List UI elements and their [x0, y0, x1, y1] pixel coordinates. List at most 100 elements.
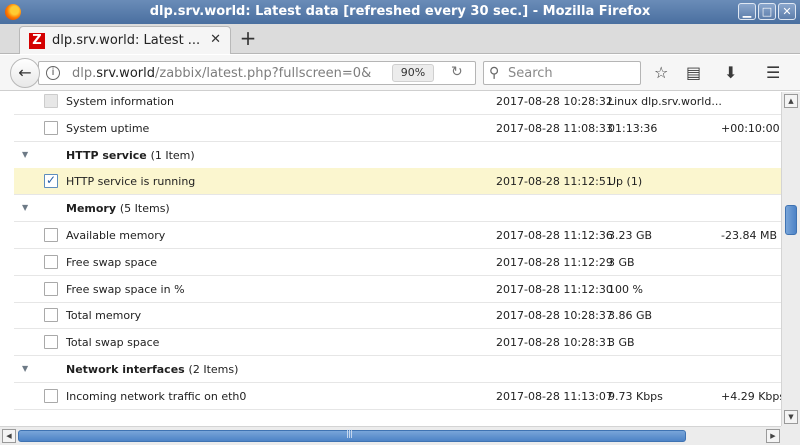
group-name: Memory (5 Items) — [66, 202, 170, 215]
row-checkbox[interactable] — [44, 173, 58, 188]
last-value: 3.23 GB — [608, 229, 653, 242]
new-tab-button[interactable]: + — [237, 27, 259, 49]
bookmark-star-icon[interactable]: ☆ — [654, 64, 668, 82]
close-window-button[interactable]: ✕ — [778, 3, 796, 20]
last-check-time: 2017-08-28 11:08:33 — [496, 122, 613, 135]
last-check-time: 2017-08-28 10:28:31 — [496, 336, 613, 349]
zabbix-favicon-icon: Z — [29, 33, 45, 49]
horizontal-scrollbar[interactable]: ◀ ||| ▶ — [0, 426, 800, 445]
reading-list-icon[interactable]: ▤ — [686, 64, 701, 82]
vertical-scroll-thumb[interactable] — [785, 205, 797, 235]
table-row: HTTP service is running 2017-08-28 11:12:… — [14, 168, 781, 195]
url-bar[interactable]: i dlp.srv.world/zabbix/latest.php?fullsc… — [38, 61, 476, 85]
group-title: Memory — [66, 202, 117, 215]
row-checkbox[interactable] — [44, 121, 58, 135]
last-check-time: 2017-08-28 11:12:51 — [496, 175, 613, 188]
item-name: Free swap space — [66, 256, 158, 269]
group-name: HTTP service (1 Item) — [66, 149, 195, 162]
last-check-time: 2017-08-28 11:12:36 — [496, 229, 613, 242]
url-prefix: dlp. — [72, 66, 97, 81]
maximize-button[interactable]: □ — [758, 3, 776, 20]
table-row: Available memory 2017-08-28 11:12:36 3.23 … — [14, 222, 781, 249]
last-check-time: 2017-08-28 11:12:30 — [496, 283, 613, 296]
tab-latest-data[interactable]: Z dlp.srv.world: Latest ... ✕ — [19, 26, 231, 54]
tab-close-icon[interactable]: ✕ — [210, 32, 221, 47]
item-name: Total memory — [66, 309, 142, 322]
row-checkbox[interactable] — [44, 228, 58, 242]
last-value: 9.73 Kbps — [608, 390, 663, 403]
last-check-time: 2017-08-28 10:28:37 — [496, 309, 613, 322]
row-checkbox[interactable] — [44, 335, 58, 349]
last-check-time: 2017-08-28 11:12:29 — [496, 256, 613, 269]
reload-icon[interactable]: ↻ — [451, 64, 463, 80]
url-domain: srv.world — [96, 66, 155, 81]
scrollbar-corner — [781, 426, 800, 445]
item-name: Incoming network traffic on eth0 — [66, 390, 247, 403]
scroll-up-icon[interactable]: ▲ — [784, 94, 798, 108]
tab-strip: Z dlp.srv.world: Latest ... ✕ — [0, 24, 800, 54]
vertical-scrollbar[interactable]: ▲ ▼ — [781, 92, 800, 426]
last-value: 3 GB — [608, 336, 635, 349]
last-value: 3.86 GB — [608, 309, 653, 322]
group-title: Network interfaces — [66, 363, 185, 376]
table-row: Total memory 2017-08-28 10:28:37 3.86 GB — [14, 302, 781, 329]
collapse-triangle-icon[interactable]: ▼ — [22, 364, 28, 373]
last-value: Linux dlp.srv.world... — [608, 95, 722, 108]
item-name: System information — [66, 95, 175, 108]
collapse-triangle-icon[interactable]: ▼ — [22, 203, 28, 212]
menu-icon[interactable]: ☰ — [766, 64, 780, 82]
tab-label: dlp.srv.world: Latest ... — [52, 33, 201, 48]
group-name: Network interfaces (2 Items) — [66, 363, 238, 376]
value-change: -23.84 MB — [721, 229, 777, 242]
item-name: Free swap space in % — [66, 283, 185, 296]
value-change: +4.29 Kbps — [721, 390, 781, 403]
last-value: Up (1) — [608, 175, 643, 188]
search-bar[interactable]: ⚲ Search — [483, 61, 641, 85]
url-text[interactable]: dlp.srv.world/zabbix/latest.php?fullscre… — [72, 66, 371, 81]
group-count: (1 Item) — [150, 149, 195, 162]
search-icon: ⚲ — [489, 65, 500, 81]
navigation-bar: i dlp.srv.world/zabbix/latest.php?fullsc… — [0, 55, 800, 91]
table-row: System uptime 2017-08-28 11:08:33 01:13:36… — [14, 115, 781, 142]
scroll-left-icon[interactable]: ◀ — [2, 429, 16, 443]
value-change: +00:10:00 — [721, 122, 780, 135]
row-checkbox[interactable] — [44, 308, 58, 322]
row-checkbox[interactable] — [44, 389, 58, 403]
scroll-right-icon[interactable]: ▶ — [766, 429, 780, 443]
last-check-time: 2017-08-28 10:28:32 — [496, 95, 613, 108]
last-value: 100 % — [608, 283, 643, 296]
zoom-indicator[interactable]: 90% — [392, 64, 434, 82]
row-checkbox — [44, 94, 58, 108]
horizontal-scroll-thumb[interactable]: ||| — [18, 429, 686, 442]
last-value: 3 GB — [608, 256, 635, 269]
last-value: 01:13:36 — [608, 122, 658, 135]
row-checkbox[interactable] — [44, 255, 58, 269]
item-name: System uptime — [66, 122, 150, 135]
title-bar: dlp.srv.world: Latest data [refreshed ev… — [0, 0, 800, 24]
table-row: Total swap space 2017-08-28 10:28:31 3 GB — [14, 329, 781, 356]
search-placeholder: Search — [508, 66, 553, 81]
site-info-icon[interactable]: i — [46, 66, 60, 80]
item-name: HTTP service is running — [66, 175, 196, 188]
latest-data-table: System information 2017-08-28 10:28:32 Lin… — [0, 92, 781, 426]
table-row: Free swap space 2017-08-28 11:12:29 3 GB — [14, 249, 781, 276]
table-row: Free swap space in % 2017-08-28 11:12:30 1… — [14, 276, 781, 303]
scroll-down-icon[interactable]: ▼ — [784, 410, 798, 424]
table-row: Incoming network traffic on eth0 2017-08-… — [14, 383, 781, 410]
last-check-time: 2017-08-28 11:13:07 — [496, 390, 613, 403]
item-name: Total swap space — [66, 336, 160, 349]
item-name: Available memory — [66, 229, 166, 242]
item-group-row[interactable]: ▼ Network interfaces (2 Items) — [14, 356, 781, 383]
window-title: dlp.srv.world: Latest data [refreshed ev… — [149, 4, 651, 19]
group-title: HTTP service — [66, 149, 147, 162]
back-button[interactable]: ← — [10, 58, 40, 88]
group-count: (5 Items) — [119, 202, 170, 215]
minimize-button[interactable]: ▁ — [738, 3, 756, 20]
downloads-icon[interactable]: ⬇ — [724, 64, 737, 82]
item-group-row[interactable]: ▼ HTTP service (1 Item) — [14, 142, 781, 169]
item-group-row[interactable]: ▼ Memory (5 Items) — [14, 195, 781, 222]
collapse-triangle-icon[interactable]: ▼ — [22, 150, 28, 159]
group-count: (2 Items) — [188, 363, 239, 376]
url-path: /zabbix/latest.php?fullscreen=0& — [154, 66, 372, 81]
row-checkbox[interactable] — [44, 282, 58, 296]
